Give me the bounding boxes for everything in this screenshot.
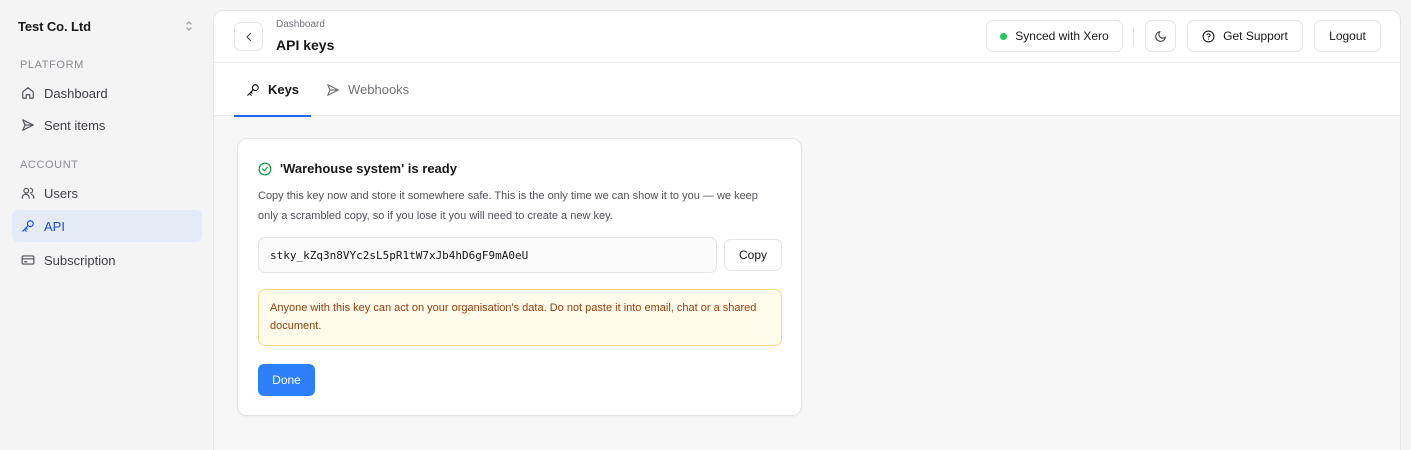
header-divider (1133, 28, 1134, 46)
org-name: Test Co. Ltd (18, 18, 91, 34)
sidebar-item-api[interactable]: API (12, 210, 202, 242)
get-support-label: Get Support (1223, 29, 1288, 43)
moon-icon (1155, 30, 1166, 42)
users-icon (21, 186, 35, 200)
home-icon (21, 86, 35, 100)
sidebar-item-label: Subscription (44, 252, 116, 268)
api-key-created-card: 'Warehouse system' is ready Copy this ke… (237, 138, 802, 416)
chevron-up-down-icon (184, 19, 194, 33)
org-switcher[interactable]: Test Co. Ltd (18, 17, 194, 35)
security-warning: Anyone with this key can act on your org… (258, 289, 782, 346)
logout-button[interactable]: Logout (1314, 20, 1381, 52)
copy-button[interactable]: Copy (724, 239, 782, 271)
sync-status-label: Synced with Xero (1015, 29, 1109, 43)
check-circle-icon (258, 162, 272, 176)
sidebar-item-label: Sent items (44, 117, 106, 133)
back-button[interactable] (234, 22, 263, 51)
key-icon (246, 83, 260, 97)
send-icon (326, 83, 340, 97)
sidebar-item-users[interactable]: Users (12, 177, 202, 209)
sync-status-button[interactable]: Synced with Xero (986, 20, 1123, 52)
get-support-button[interactable]: Get Support (1187, 20, 1303, 52)
page-title: API keys (276, 37, 335, 53)
chevron-left-icon (245, 32, 251, 41)
sidebar-item-subscription[interactable]: Subscription (12, 244, 202, 276)
sidebar-item-sent-items[interactable]: Sent items (12, 109, 202, 141)
section-label-platform: PLATFORM (20, 59, 84, 71)
key-icon (21, 219, 35, 233)
credit-card-icon (21, 253, 35, 267)
sidebar: Test Co. Ltd PLATFORM Dashboard Sent ite… (0, 0, 212, 450)
sidebar-item-label: Dashboard (44, 85, 108, 101)
card-title: 'Warehouse system' is ready (280, 161, 457, 176)
card-header: 'Warehouse system' is ready (258, 161, 457, 176)
sync-status-dot (1000, 32, 1008, 40)
section-label-account: ACCOUNT (20, 159, 79, 171)
card-description: Copy this key now and store it somewhere… (258, 190, 758, 222)
sidebar-item-label: API (44, 218, 65, 234)
sidebar-item-label: Users (44, 185, 78, 201)
done-button[interactable]: Done (258, 364, 315, 396)
tab-label: Webhooks (348, 82, 410, 97)
help-circle-icon (1202, 30, 1215, 43)
tab-label: Keys (267, 82, 300, 97)
send-icon (21, 118, 35, 132)
tab-bar: Keys Webhooks (214, 63, 1400, 117)
tab-webhooks[interactable]: Webhooks (326, 63, 409, 116)
breadcrumb[interactable]: Dashboard (276, 19, 325, 30)
main-panel: Dashboard API keys Synced with Xero Get … (213, 10, 1401, 450)
theme-toggle-button[interactable] (1145, 20, 1176, 52)
tab-keys[interactable]: Keys (234, 63, 311, 117)
api-key-field[interactable]: stky_kZq3n8VYc2sL5pR1tW7xJb4hD6gF9mA0eU (258, 237, 717, 273)
page-header: Dashboard API keys Synced with Xero Get … (214, 11, 1400, 63)
sidebar-item-dashboard[interactable]: Dashboard (12, 77, 202, 109)
